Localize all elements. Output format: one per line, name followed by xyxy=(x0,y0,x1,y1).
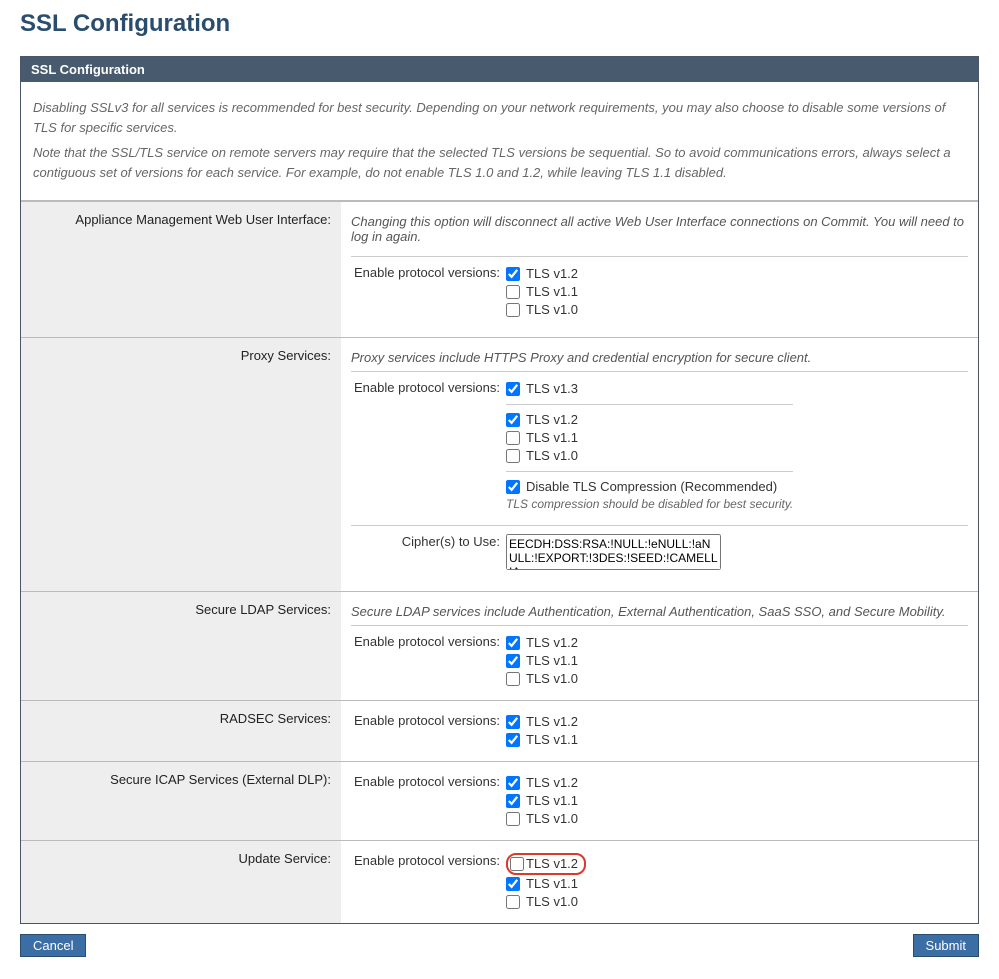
enable-protocol-label: Enable protocol versions: xyxy=(351,711,506,751)
ciphers-label: Cipher(s) to Use: xyxy=(351,532,506,575)
row-label-proxy: Proxy Services: xyxy=(21,338,341,592)
tls-version-checkbox[interactable] xyxy=(506,413,520,427)
compression-note: TLS compression should be disabled for b… xyxy=(506,497,793,511)
ldap-protocols: TLS v1.2TLS v1.1TLS v1.0 xyxy=(506,632,584,690)
tls-version-label: TLS v1.2 xyxy=(526,713,578,731)
enable-protocol-label: Enable protocol versions: xyxy=(351,632,506,690)
proxy-note: Proxy services include HTTPS Proxy and c… xyxy=(351,348,968,372)
tls-version-checkbox[interactable] xyxy=(506,794,520,808)
tls-version-label: TLS v1.1 xyxy=(526,875,578,893)
tls-version-checkbox[interactable] xyxy=(510,857,524,871)
tls-version-label: TLS v1.0 xyxy=(526,670,578,688)
enable-protocol-label: Enable protocol versions: xyxy=(351,772,506,830)
ldap-note: Secure LDAP services include Authenticat… xyxy=(351,602,968,626)
intro-text: Disabling SSLv3 for all services is reco… xyxy=(21,82,978,201)
update-protocols: TLS v1.2 TLS v1.1TLS v1.0 xyxy=(506,851,592,913)
tls-version-checkbox[interactable] xyxy=(506,267,520,281)
tls-version-label: TLS v1.2 xyxy=(526,411,578,429)
row-label-radsec: RADSEC Services: xyxy=(21,701,341,762)
row-label-ldap: Secure LDAP Services: xyxy=(21,592,341,701)
webui-protocols: TLS v1.2TLS v1.1TLS v1.0 xyxy=(506,263,584,321)
tls-version-label: TLS v1.1 xyxy=(526,731,578,749)
page-title: SSL Configuration xyxy=(20,10,979,38)
tls-version-label: TLS v1.0 xyxy=(526,447,578,465)
row-label-icap: Secure ICAP Services (External DLP): xyxy=(21,762,341,841)
enable-protocol-label: Enable protocol versions: xyxy=(351,378,506,519)
tls-version-label: TLS v1.2 xyxy=(526,774,578,792)
icap-protocols: TLS v1.2TLS v1.1TLS v1.0 xyxy=(506,772,584,830)
tls-version-checkbox[interactable] xyxy=(506,654,520,668)
panel-header: SSL Configuration xyxy=(21,57,978,82)
disable-tls-compression-label: Disable TLS Compression (Recommended) xyxy=(526,478,777,496)
tls-version-label: TLS v1.1 xyxy=(526,792,578,810)
proxy-protocols: TLS v1.2TLS v1.1TLS v1.0 xyxy=(506,404,793,465)
tls-version-label: TLS v1.2 xyxy=(526,265,578,283)
radsec-protocols: TLS v1.2TLS v1.1 xyxy=(506,711,584,751)
cancel-button[interactable]: Cancel xyxy=(20,934,86,957)
enable-protocol-label: Enable protocol versions: xyxy=(351,263,506,321)
tls-version-checkbox[interactable] xyxy=(506,733,520,747)
tls-version-checkbox[interactable] xyxy=(506,895,520,909)
tls-version-checkbox[interactable] xyxy=(506,715,520,729)
disable-tls-compression-checkbox[interactable] xyxy=(506,480,520,494)
tls-version-label: TLS v1.2 xyxy=(526,855,578,873)
ssl-config-panel: SSL Configuration Disabling SSLv3 for al… xyxy=(20,56,979,924)
tls-version-checkbox[interactable] xyxy=(506,382,520,396)
tls-version-label: TLS v1.3 xyxy=(526,380,578,398)
intro-paragraph-2: Note that the SSL/TLS service on remote … xyxy=(33,143,966,182)
tls-version-label: TLS v1.1 xyxy=(526,283,578,301)
row-label-webui: Appliance Management Web User Interface: xyxy=(21,202,341,338)
tls-version-checkbox[interactable] xyxy=(506,285,520,299)
highlight-circle: TLS v1.2 xyxy=(506,853,586,875)
ciphers-input[interactable]: EECDH:DSS:RSA:!NULL:!eNULL:!aNULL:!EXPOR… xyxy=(506,534,721,570)
tls-version-checkbox[interactable] xyxy=(506,431,520,445)
webui-note: Changing this option will disconnect all… xyxy=(351,212,968,250)
tls-version-checkbox[interactable] xyxy=(506,672,520,686)
submit-button[interactable]: Submit xyxy=(913,934,979,957)
proxy-tls13: TLS v1.3 xyxy=(506,380,793,398)
tls-version-checkbox[interactable] xyxy=(506,303,520,317)
intro-paragraph-1: Disabling SSLv3 for all services is reco… xyxy=(33,98,966,137)
tls-version-label: TLS v1.0 xyxy=(526,301,578,319)
tls-version-label: TLS v1.2 xyxy=(526,634,578,652)
tls-version-checkbox[interactable] xyxy=(506,812,520,826)
tls-version-label: TLS v1.0 xyxy=(526,893,578,911)
tls-version-label: TLS v1.1 xyxy=(526,429,578,447)
enable-protocol-label: Enable protocol versions: xyxy=(351,851,506,913)
row-label-update: Update Service: xyxy=(21,841,341,924)
tls-version-checkbox[interactable] xyxy=(506,636,520,650)
tls-version-checkbox[interactable] xyxy=(506,776,520,790)
tls-version-checkbox[interactable] xyxy=(506,877,520,891)
tls-version-label: TLS v1.0 xyxy=(526,810,578,828)
tls-version-checkbox[interactable] xyxy=(506,449,520,463)
tls-version-label: TLS v1.1 xyxy=(526,652,578,670)
